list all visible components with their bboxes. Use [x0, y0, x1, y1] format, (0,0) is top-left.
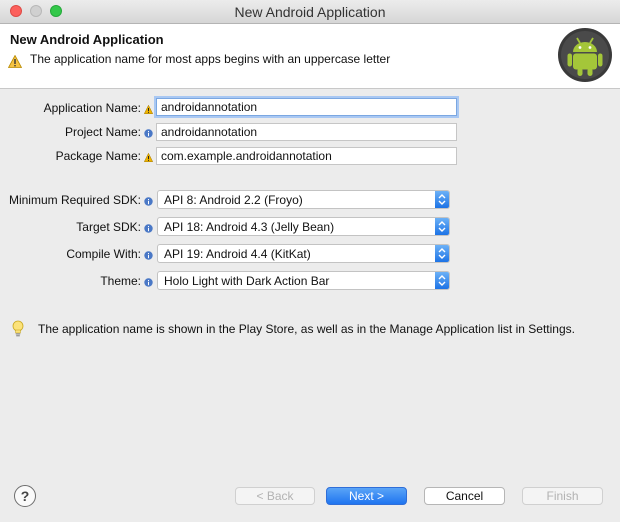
target-sdk-select[interactable]: API 18: Android 4.3 (Jelly Bean): [157, 217, 450, 236]
title-bar: New Android Application: [0, 0, 620, 24]
help-button[interactable]: ?: [14, 485, 36, 507]
theme-value: Holo Light with Dark Action Bar: [164, 274, 330, 288]
project-name-input[interactable]: [156, 123, 457, 141]
back-button[interactable]: < Back: [235, 487, 315, 505]
info-icon: [144, 195, 153, 209]
chevron-updown-icon[interactable]: [435, 272, 449, 289]
cancel-button[interactable]: Cancel: [424, 487, 505, 505]
chevron-updown-icon[interactable]: [435, 245, 449, 262]
target-sdk-value: API 18: Android 4.3 (Jelly Bean): [164, 220, 335, 234]
info-message: The application name is shown in the Pla…: [38, 322, 575, 336]
info-icon: [144, 249, 153, 263]
wizard-header: New Android Application The application …: [0, 24, 620, 89]
info-icon: [144, 127, 153, 141]
chevron-updown-icon[interactable]: [435, 218, 449, 235]
min-sdk-value: API 8: Android 2.2 (Froyo): [164, 193, 303, 207]
next-button[interactable]: Next >: [326, 487, 407, 505]
package-name-input[interactable]: [156, 147, 457, 165]
android-logo-icon: [556, 26, 614, 87]
wizard-message: The application name for most apps begin…: [30, 52, 391, 66]
chevron-updown-icon[interactable]: [435, 191, 449, 208]
warning-icon: [143, 151, 154, 165]
compile-with-value: API 19: Android 4.4 (KitKat): [164, 247, 311, 261]
warning-icon: [143, 103, 154, 117]
application-name-label: Application Name:: [43, 101, 141, 115]
info-icon: [144, 276, 153, 290]
finish-button[interactable]: Finish: [522, 487, 603, 505]
min-sdk-select[interactable]: API 8: Android 2.2 (Froyo): [157, 190, 450, 209]
min-sdk-label: Minimum Required SDK:: [8, 193, 141, 207]
lightbulb-icon: [12, 320, 24, 341]
info-icon: [144, 222, 153, 236]
wizard-title: New Android Application: [10, 32, 164, 47]
project-name-label: Project Name:: [64, 125, 141, 139]
package-name-label: Package Name:: [55, 149, 141, 163]
theme-select[interactable]: Holo Light with Dark Action Bar: [157, 271, 450, 290]
target-sdk-label: Target SDK:: [76, 220, 141, 234]
compile-with-select[interactable]: API 19: Android 4.4 (KitKat): [157, 244, 450, 263]
dialog-window: New Android Application New Android Appl…: [0, 0, 620, 522]
compile-with-label: Compile With:: [66, 247, 141, 261]
window-title: New Android Application: [234, 4, 386, 20]
warning-icon: [7, 54, 23, 71]
application-name-input[interactable]: [156, 98, 457, 116]
theme-label: Theme:: [100, 274, 141, 288]
